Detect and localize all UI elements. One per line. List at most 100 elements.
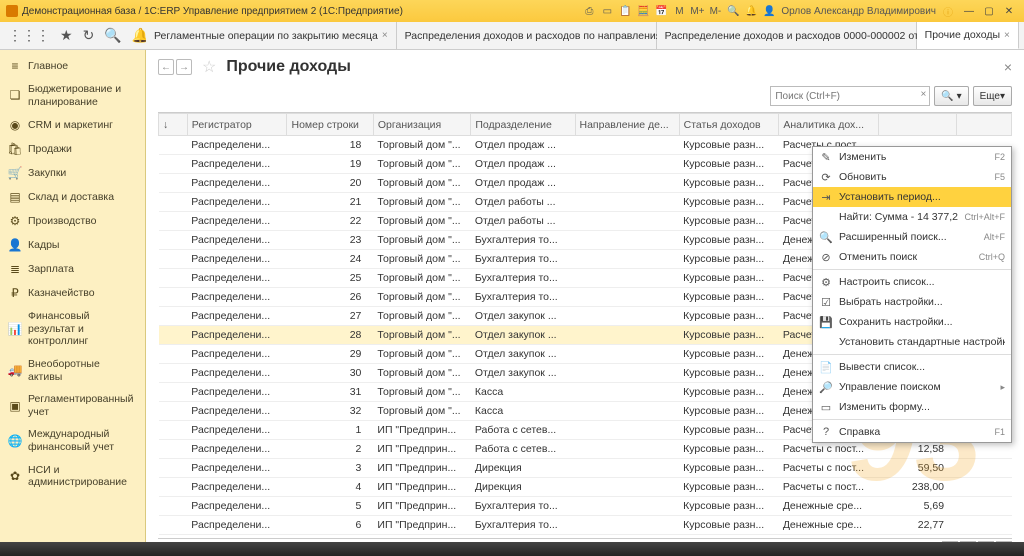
sidebar-icon: 🛒 (8, 166, 22, 180)
table-row[interactable]: Распределени...3ИП "Предприн...ДирекцияК… (159, 459, 1012, 478)
minimize-button[interactable]: — (960, 4, 978, 18)
sidebar-item[interactable]: ✿НСИ и администрирование (0, 459, 145, 494)
menu-item[interactable]: 🔍Расширенный поиск...Alt+F (813, 227, 1011, 247)
sidebar-item[interactable]: 🌐Международный финансовый учет (0, 423, 145, 458)
maximize-button[interactable]: ▢ (980, 4, 998, 18)
menu-label: Выбрать настройки... (839, 296, 1005, 308)
sidebar-icon: ₽ (8, 286, 22, 300)
close-tab-icon[interactable]: × (1004, 30, 1010, 41)
history-icon[interactable]: ↻ (83, 27, 95, 44)
user-icon[interactable]: 👤 (763, 5, 775, 17)
find-button[interactable]: 🔍 ▾ (934, 86, 968, 106)
m-icon[interactable]: M (673, 5, 685, 17)
column-header[interactable]: Регистратор (187, 114, 287, 136)
menu-icon: 🔎 (819, 381, 833, 394)
app-icon (6, 5, 18, 17)
sidebar-label: НСИ и администрирование (28, 464, 137, 489)
menu-item[interactable]: 💾Сохранить настройки... (813, 312, 1011, 332)
menu-item[interactable]: ☑Выбрать настройки... (813, 292, 1011, 312)
menu-label: Обновить (839, 171, 988, 183)
column-header[interactable] (956, 114, 1011, 136)
column-header[interactable]: Статья доходов (679, 114, 779, 136)
menu-item[interactable]: ✎ИзменитьF2 (813, 147, 1011, 167)
search-icon[interactable]: 🔍 (727, 5, 739, 17)
search-toolbar-icon[interactable]: 🔍 (104, 27, 121, 44)
clipboard-icon[interactable]: 📋 (619, 5, 631, 17)
menu-item[interactable]: Найти: Сумма - 14 377,28Ctrl+Alt+F (813, 207, 1011, 227)
calendar-icon[interactable]: 📅 (655, 5, 667, 17)
sidebar-label: Финансовый результат и контроллинг (28, 310, 137, 348)
sidebar-item[interactable]: 👤Кадры (0, 233, 145, 257)
menu-icon: ⇥ (819, 191, 833, 204)
calc-icon[interactable]: 🧮 (637, 5, 649, 17)
clear-search-icon[interactable]: × (921, 89, 927, 100)
star-icon[interactable]: ★ (60, 27, 73, 44)
menu-item[interactable]: ⊘Отменить поискCtrl+Q (813, 247, 1011, 267)
sidebar-item[interactable]: 🛒Закупки (0, 161, 145, 185)
tab[interactable]: Распределение доходов и расходов 0000-00… (657, 22, 917, 49)
sidebar-item[interactable]: ❏Бюджетирование и планирование (0, 78, 145, 113)
bell-icon[interactable]: 🔔 (745, 5, 757, 17)
sidebar-item[interactable]: ⚙Производство (0, 209, 145, 233)
doc-icon[interactable]: ▭ (601, 5, 613, 17)
table-row[interactable]: Распределени...6ИП "Предприн...Бухгалтер… (159, 516, 1012, 535)
menu-item[interactable]: ⚙Настроить список... (813, 272, 1011, 292)
sidebar-item[interactable]: 📊Финансовый результат и контроллинг (0, 305, 145, 353)
sidebar-item[interactable]: ◉CRM и маркетинг (0, 113, 145, 137)
column-header[interactable]: Подразделение (471, 114, 575, 136)
user-name[interactable]: Орлов Александр Владимирович (781, 5, 936, 17)
sidebar-item[interactable]: ≣Зарплата (0, 257, 145, 281)
table-row[interactable]: Распределени...4ИП "Предприн...ДирекцияК… (159, 478, 1012, 497)
table-row[interactable]: Распределени...5ИП "Предприн...Бухгалтер… (159, 497, 1012, 516)
sidebar-item[interactable]: ₽Казначейство (0, 281, 145, 305)
sidebar-label: Зарплата (28, 263, 74, 276)
column-header[interactable]: Номер строки (287, 114, 373, 136)
sidebar-icon: ▤ (8, 190, 22, 204)
more-button[interactable]: Еще ▾ (973, 86, 1012, 106)
m-minus-icon[interactable]: M- (709, 5, 721, 17)
info-icon[interactable]: ⓘ (942, 5, 954, 17)
column-header[interactable]: Направление де... (575, 114, 679, 136)
menu-label: Установить стандартные настройки (839, 336, 1005, 348)
print-icon[interactable]: ⎙ (583, 5, 595, 17)
sidebar-item[interactable]: 🚚Внеоборотные активы (0, 353, 145, 388)
sidebar-item[interactable]: ≡Главное (0, 54, 145, 78)
column-header[interactable]: Организация (373, 114, 470, 136)
close-page-button[interactable]: × (1004, 59, 1012, 75)
close-button[interactable]: ✕ (1000, 4, 1018, 18)
main-toolbar: ⋮⋮⋮ ★ ↻ 🔍 🔔 ⌂ Регламентные операции по з… (0, 22, 1024, 50)
close-tab-icon[interactable]: × (382, 30, 388, 41)
forward-button[interactable]: → (176, 59, 192, 75)
sidebar-label: Регламентированный учет (28, 393, 137, 418)
menu-item[interactable]: ⇥Установить период... (813, 187, 1011, 207)
menu-item[interactable]: 📄Вывести список... (813, 357, 1011, 377)
apps-icon[interactable]: ⋮⋮⋮ (8, 27, 50, 44)
menu-item[interactable]: ▭Изменить форму... (813, 397, 1011, 417)
sidebar-icon: ⚙ (8, 214, 22, 228)
menu-item[interactable]: ⟳ОбновитьF5 (813, 167, 1011, 187)
sidebar-icon: 🛍 (8, 142, 22, 156)
sidebar-icon: ◉ (8, 118, 22, 132)
tab[interactable]: Распределения доходов и расходов по напр… (397, 22, 657, 49)
back-button[interactable]: ← (158, 59, 174, 75)
menu-shortcut: Ctrl+Alt+F (964, 212, 1005, 222)
sidebar-item[interactable]: ▣Регламентированный учет (0, 388, 145, 423)
menu-label: Управление поиском (839, 381, 994, 393)
menu-item[interactable]: Установить стандартные настройки (813, 332, 1011, 352)
sidebar-item[interactable]: ▤Склад и доставка (0, 185, 145, 209)
sidebar-item[interactable]: 🛍Продажи (0, 137, 145, 161)
titlebar-tools: ⎙ ▭ 📋 🧮 📅 M M+ M- 🔍 🔔 👤 Орлов Александр … (583, 5, 954, 17)
search-input[interactable] (770, 86, 930, 106)
column-header[interactable]: Аналитика дох... (779, 114, 879, 136)
menu-icon: 📄 (819, 361, 833, 374)
tab[interactable]: Регламентные операции по закрытию месяца… (146, 22, 397, 49)
menu-icon: ✎ (819, 151, 833, 164)
menu-item[interactable]: 🔎Управление поиском▸ (813, 377, 1011, 397)
favorite-icon[interactable]: ☆ (202, 57, 216, 77)
column-header[interactable] (879, 114, 957, 136)
menu-item[interactable]: ?СправкаF1 (813, 422, 1011, 442)
tab[interactable]: Прочие доходы× (917, 22, 1019, 49)
m-plus-icon[interactable]: M+ (691, 5, 703, 17)
column-header[interactable]: ↓ (159, 114, 188, 136)
sidebar-icon: 🚚 (8, 364, 22, 378)
